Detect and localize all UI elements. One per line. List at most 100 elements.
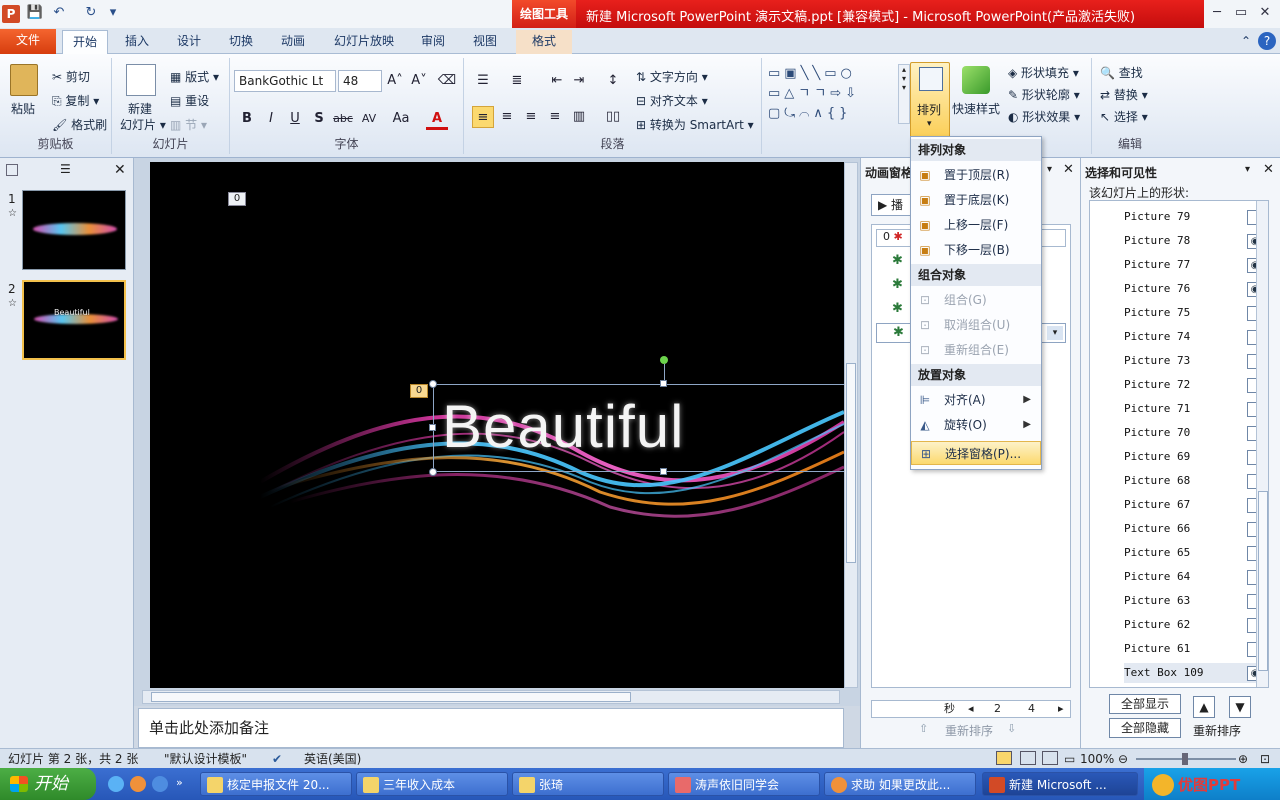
replace-button[interactable]: ⇄ 替换 ▾: [1100, 86, 1148, 103]
new-slide-dropdown[interactable]: 幻灯片 ▾: [120, 116, 166, 133]
change-case-button[interactable]: Aa: [390, 108, 412, 130]
font-color-button[interactable]: A: [426, 108, 448, 130]
char-spacing-button[interactable]: AV: [358, 108, 380, 130]
text-direction-button[interactable]: ⇅ 文字方向 ▾: [636, 68, 708, 85]
slideshow-view-icon[interactable]: ▭: [1064, 749, 1075, 769]
scroll-thumb-h[interactable]: [151, 692, 631, 702]
resize-handle-left[interactable]: [429, 424, 436, 431]
vertical-scrollbar[interactable]: [844, 162, 858, 688]
resize-handle-bl[interactable]: [429, 468, 437, 476]
shape-list-item[interactable]: Picture 68: [1124, 471, 1264, 491]
sorter-view-icon[interactable]: [1020, 751, 1036, 765]
fit-slide-icon[interactable]: ⊡: [1260, 749, 1270, 769]
move-down-button[interactable]: ▼: [1229, 696, 1251, 718]
restore-button[interactable]: ▭: [1230, 4, 1252, 22]
tab-animations[interactable]: 动画: [272, 30, 314, 54]
new-slide-icon[interactable]: [126, 64, 156, 96]
taskbar-item-1[interactable]: 核定申报文件 20...: [200, 772, 352, 796]
collapse-ribbon-icon[interactable]: ⌃: [1238, 30, 1254, 54]
item-dropdown-icon[interactable]: ▾: [1047, 326, 1063, 340]
columns-icon[interactable]: ▯▯: [602, 106, 624, 128]
section-button[interactable]: ▥ 节 ▾: [170, 116, 207, 133]
align-center-icon[interactable]: ≡: [496, 106, 518, 128]
tab-format[interactable]: 格式: [516, 30, 572, 54]
smartart-button[interactable]: ⊞ 转换为 SmartArt ▾: [636, 116, 754, 133]
selection-pane-dropdown-icon[interactable]: ▾: [1245, 164, 1250, 175]
notes-input[interactable]: 单击此处添加备注: [138, 708, 844, 748]
quicklaunch-expand-icon[interactable]: »: [176, 776, 183, 789]
tab-transitions[interactable]: 切换: [220, 30, 262, 54]
grow-font-icon[interactable]: A˄: [384, 70, 406, 92]
animation-pane-dropdown-icon[interactable]: ▾: [1047, 164, 1052, 175]
quick-styles-button[interactable]: 快速样式: [952, 100, 1000, 117]
slide-thumbnail-2[interactable]: Beautiful: [22, 280, 126, 360]
font-size-combo[interactable]: 48: [338, 70, 382, 92]
send-to-back-item[interactable]: ▣ 置于底层(K): [911, 188, 1041, 212]
timeline-next-icon[interactable]: ▸: [1058, 701, 1064, 717]
numbering-icon[interactable]: ≣: [506, 70, 528, 92]
anim-reorder-down-icon[interactable]: ⇩: [1007, 722, 1016, 735]
shape-list-item[interactable]: Picture 79: [1124, 207, 1264, 227]
pane-close-icon[interactable]: ✕: [114, 162, 126, 178]
increase-indent-icon[interactable]: ⇥: [568, 70, 590, 92]
select-button[interactable]: ↖ 选择 ▾: [1100, 108, 1148, 125]
animation-tag-text[interactable]: 0: [410, 384, 428, 398]
resize-handle-tl[interactable]: [429, 380, 437, 388]
shape-list-item[interactable]: Picture 78: [1124, 231, 1264, 251]
distributed-icon[interactable]: ▥: [568, 106, 590, 128]
bring-to-front-item[interactable]: ▣ 置于顶层(R): [911, 163, 1041, 187]
hide-all-button[interactable]: 全部隐藏: [1109, 718, 1181, 738]
align-left-button[interactable]: ≡: [472, 106, 494, 128]
decrease-indent-icon[interactable]: ⇤: [546, 70, 568, 92]
gallery-scroll[interactable]: ▴ ▾ ▾: [898, 64, 910, 124]
shape-list-item[interactable]: Picture 75: [1124, 303, 1264, 323]
bold-button[interactable]: B: [236, 108, 258, 130]
align-right-icon[interactable]: ≡: [520, 106, 542, 128]
animation-pane-close-icon[interactable]: ✕: [1063, 162, 1074, 177]
shape-list-item[interactable]: Picture 64: [1124, 567, 1264, 587]
underline-button[interactable]: U: [284, 108, 306, 130]
strikethrough-button[interactable]: abc: [332, 108, 354, 130]
reset-button[interactable]: ▤ 重设: [170, 92, 209, 109]
taskbar-item-2[interactable]: 三年收入成本: [356, 772, 508, 796]
show-all-button[interactable]: 全部显示: [1109, 694, 1181, 714]
selection-pane-item[interactable]: ⊞ 选择窗格(P)...: [911, 441, 1041, 465]
tab-slideshow[interactable]: 幻灯片放映: [326, 30, 402, 54]
normal-view-icon[interactable]: [996, 751, 1012, 765]
customize-toolbar-icon[interactable]: ▾: [104, 4, 122, 22]
zoom-level[interactable]: 100%: [1080, 749, 1114, 769]
shrink-font-icon[interactable]: A˅: [408, 70, 430, 92]
shape-list-item[interactable]: Picture 70: [1124, 423, 1264, 443]
resize-handle-bottom[interactable]: [660, 468, 667, 475]
zoom-slider-thumb[interactable]: [1182, 753, 1188, 765]
taskbar-item-3[interactable]: 张琦: [512, 772, 664, 796]
anim-reorder-up-icon[interactable]: ⇧: [919, 722, 928, 735]
undo-icon[interactable]: ↶: [50, 4, 68, 22]
quicklaunch-ie-icon[interactable]: [108, 776, 124, 792]
reading-view-icon[interactable]: [1042, 751, 1058, 765]
shape-list-item[interactable]: Picture 62: [1124, 615, 1264, 635]
shadow-button[interactable]: S: [308, 108, 330, 130]
quicklaunch-browser-icon[interactable]: [152, 776, 168, 792]
shape-list-item[interactable]: Picture 76: [1124, 279, 1264, 299]
redo-icon[interactable]: ↻: [82, 4, 100, 22]
send-backward-item[interactable]: ▣ 下移一层(B): [911, 238, 1041, 262]
paste-button[interactable]: 粘贴: [11, 100, 35, 117]
horizontal-scrollbar[interactable]: [142, 690, 840, 704]
ungroup-item[interactable]: ⊡ 取消组合(U): [911, 313, 1041, 337]
shape-list-item[interactable]: Picture 61: [1124, 639, 1264, 659]
align-item[interactable]: ⊫ 对齐(A) ▶: [911, 388, 1041, 412]
tab-view[interactable]: 视图: [464, 30, 506, 54]
shape-list-item[interactable]: Picture 74: [1124, 327, 1264, 347]
timeline-prev-icon[interactable]: ◂: [968, 701, 974, 717]
quick-styles-icon[interactable]: [962, 66, 990, 94]
slide-title-text[interactable]: Beautiful: [442, 392, 685, 461]
bring-forward-item[interactable]: ▣ 上移一层(F): [911, 213, 1041, 237]
close-button[interactable]: ✕: [1254, 4, 1276, 22]
animation-tag-top[interactable]: 0: [228, 192, 246, 206]
rotate-handle[interactable]: [660, 356, 668, 364]
format-painter-button[interactable]: 🖌 格式刷: [52, 116, 107, 133]
shape-list-item[interactable]: Picture 72: [1124, 375, 1264, 395]
taskbar-item-4[interactable]: 涛声依旧同学会: [668, 772, 820, 796]
align-text-button[interactable]: ⊟ 对齐文本 ▾: [636, 92, 708, 109]
